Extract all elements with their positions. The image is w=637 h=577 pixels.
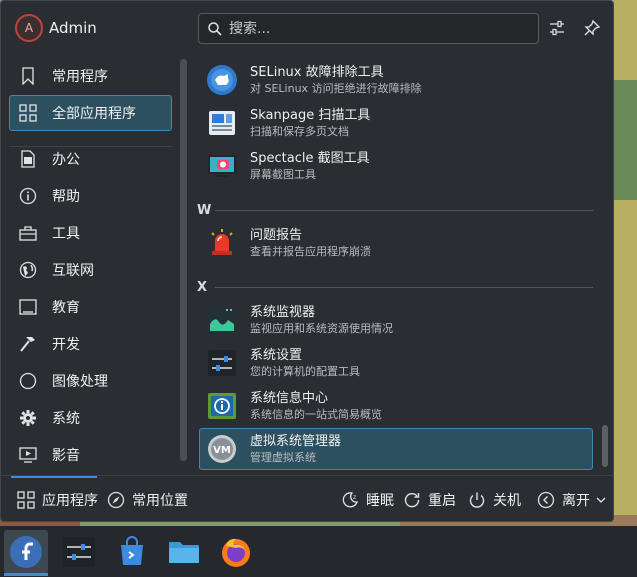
category-utilities[interactable]: 工具 [9, 215, 172, 251]
sleep-button[interactable]: z 睡眠 [341, 490, 394, 510]
category-office[interactable]: 办公 [9, 141, 172, 177]
leave-button[interactable]: 离开 [537, 490, 606, 510]
pin-icon [584, 19, 601, 36]
system-settings-icon [208, 350, 236, 376]
search-icon [208, 22, 222, 36]
category-internet[interactable]: 互联网 [9, 252, 172, 288]
firefox-icon[interactable] [218, 534, 254, 570]
system-settings-icon[interactable] [61, 534, 97, 570]
bookmark-icon [18, 66, 38, 86]
svg-text:VM: VM [213, 445, 231, 456]
sliders-icon [550, 20, 564, 36]
gear-icon [18, 408, 38, 428]
app-list-scroll-track[interactable] [602, 59, 608, 467]
svg-text:z: z [353, 494, 356, 501]
palette-icon [18, 371, 38, 391]
launcher-header: A Admin [1, 1, 613, 55]
category-all-apps[interactable]: 全部应用程序 [9, 95, 172, 131]
app-problem-reporting[interactable]: 问题报告 查看并报告应用程序崩溃 [199, 222, 593, 264]
category-multimedia[interactable]: 影音 [9, 437, 172, 473]
restart-icon [403, 491, 421, 509]
virt-manager-icon: VM [208, 435, 236, 463]
active-tab-indicator [11, 476, 97, 478]
active-task-indicator [4, 573, 48, 576]
alarm-icon [211, 229, 233, 255]
sidebar-scrollbar[interactable] [180, 59, 187, 461]
grid-icon [18, 103, 38, 123]
info-center-icon [208, 393, 236, 419]
category-graphics[interactable]: 图像处理 [9, 363, 172, 399]
section-header-x: X [197, 279, 593, 295]
tab-places[interactable]: 常用位置 [107, 490, 188, 510]
system-monitor-icon [208, 307, 236, 333]
category-education[interactable]: 教育 [9, 289, 172, 325]
shutdown-button[interactable]: 关机 [468, 490, 521, 510]
hammer-icon [18, 334, 38, 354]
chevron-down-icon [596, 496, 606, 504]
app-system-settings[interactable]: 系统设置 您的计算机的配置工具 [199, 342, 593, 384]
restart-button[interactable]: 重启 [403, 490, 456, 510]
leave-icon [537, 491, 555, 509]
app-list-scrollbar[interactable] [602, 425, 608, 467]
pin-button[interactable] [580, 16, 604, 40]
power-icon [468, 491, 486, 509]
category-system[interactable]: 系统 [9, 400, 172, 436]
taskbar [0, 526, 637, 577]
app-system-monitor[interactable]: 系统监视器 监视应用和系统资源使用情况 [199, 299, 593, 341]
discover-store-icon[interactable] [114, 534, 150, 570]
education-icon [18, 297, 38, 317]
document-icon [18, 149, 38, 169]
compass-icon [107, 491, 125, 509]
scanner-icon [209, 111, 235, 135]
app-list: SELinux 故障排除工具对 SELinux 访问拒绝进行故障排除 Skanp… [197, 55, 597, 475]
category-development[interactable]: 开发 [9, 326, 172, 362]
search-input[interactable] [229, 18, 529, 40]
tab-applications[interactable]: 应用程序 [17, 490, 98, 510]
video-icon [18, 445, 38, 465]
grid-icon [17, 491, 35, 509]
app-spectacle[interactable]: Spectacle 截图工具 屏幕截图工具 [199, 145, 593, 187]
screenshot-icon [208, 155, 236, 177]
app-skanpage[interactable]: Skanpage 扫描工具 扫描和保存多页文档 [199, 102, 593, 144]
launcher-footer: 应用程序 常用位置 z 睡眠 重启 关机 离开 [1, 475, 613, 522]
fedora-icon[interactable] [8, 534, 44, 570]
folder-icon[interactable] [166, 534, 202, 570]
avatar[interactable]: A [15, 14, 43, 42]
configure-button[interactable] [545, 16, 569, 40]
application-launcher: A Admin 搜索... 常用程序 全部应用程序 办公 帮助 工具 互联网 教… [0, 0, 614, 522]
selinux-icon [207, 65, 237, 95]
category-sidebar: 常用程序 全部应用程序 办公 帮助 工具 互联网 教育 开发 图像处理 系统 影… [1, 55, 177, 475]
toolbox-icon [18, 223, 38, 243]
username: Admin [49, 19, 97, 37]
section-header-w: W [197, 202, 593, 218]
search-field[interactable] [198, 13, 539, 44]
sleep-icon: z [341, 491, 359, 509]
app-selinux-troubleshooter[interactable]: SELinux 故障排除工具对 SELinux 访问拒绝进行故障排除 [199, 59, 593, 101]
info-icon [18, 186, 38, 206]
category-help[interactable]: 帮助 [9, 178, 172, 214]
app-info-center[interactable]: 系统信息中心 系统信息的一站式简易概览 [199, 385, 593, 427]
app-virt-manager[interactable]: VM 虚拟系统管理器 管理虚拟系统 [199, 428, 593, 470]
category-favorites[interactable]: 常用程序 [9, 58, 172, 94]
globe-icon [18, 260, 38, 280]
